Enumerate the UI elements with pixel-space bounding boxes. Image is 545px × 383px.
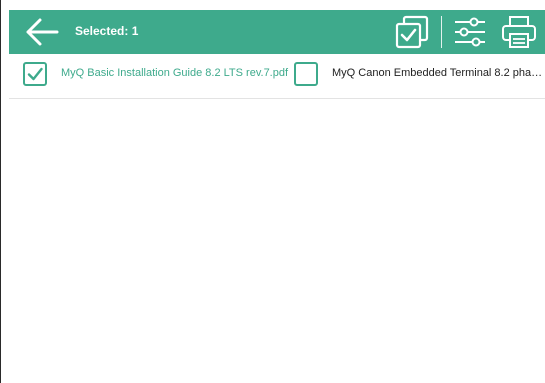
file-name: MyQ Canon Embedded Terminal 8.2 phase 3 … [332,67,545,79]
file-item[interactable]: MyQ Basic Installation Guide 8.2 LTS rev… [23,62,293,90]
top-bar: Selected: 1 [9,10,545,54]
toolbar-divider [441,16,442,48]
back-button[interactable] [23,16,61,48]
file-list: MyQ Basic Installation Guide 8.2 LTS rev… [9,54,545,99]
file-item[interactable]: MyQ Canon Embedded Terminal 8.2 phase 3 … [294,62,545,90]
file-name: MyQ Basic Installation Guide 8.2 LTS rev… [61,67,289,79]
file-checkbox-checked[interactable] [23,62,47,86]
select-all-icon [395,15,429,49]
print-button[interactable] [500,14,538,50]
arrow-left-icon [26,18,59,46]
filter-button[interactable] [452,14,488,50]
app-window: Selected: 1 MyQ Basic Installation Guide… [0,0,545,383]
select-all-button[interactable] [393,14,431,50]
sliders-icon [455,17,485,47]
checkmark-icon [27,67,43,81]
selected-count: Selected: 1 [75,24,139,38]
empty-content-area [9,99,545,383]
printer-icon [502,16,536,48]
file-checkbox-unchecked[interactable] [294,62,318,86]
